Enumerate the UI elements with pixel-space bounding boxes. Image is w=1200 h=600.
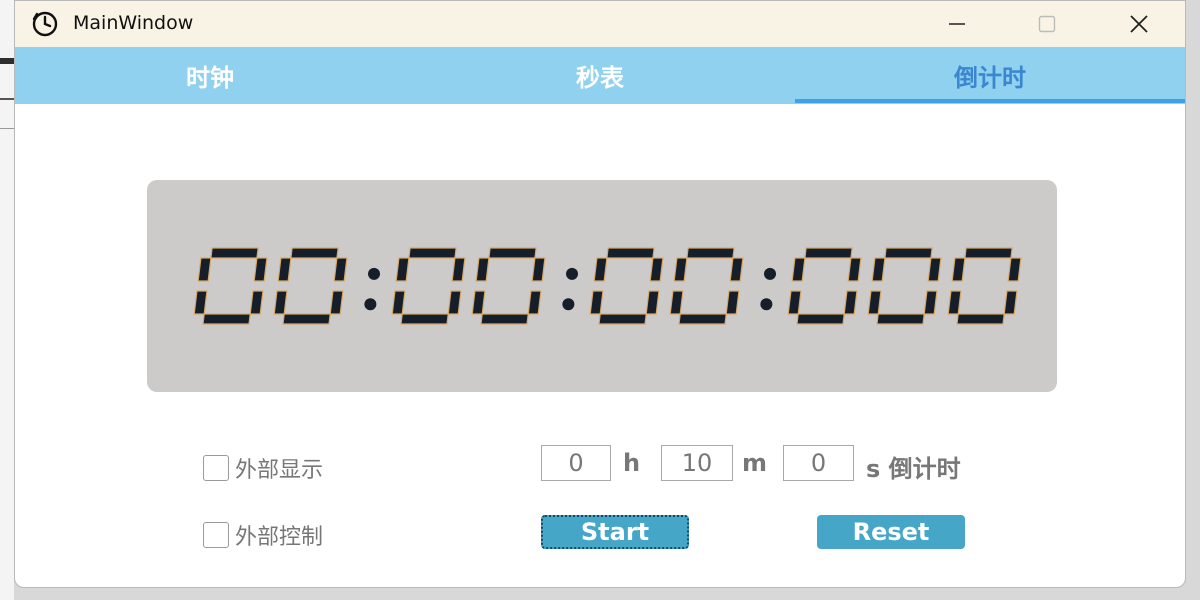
lcd-digit-3-segment-e bbox=[471, 290, 486, 315]
lcd-digit-7-segment-d bbox=[876, 313, 925, 325]
lcd-digit-3-segment-d bbox=[480, 313, 529, 325]
lcd-digit-4-segment-b bbox=[649, 257, 664, 282]
lcd-digit-7-segment-e bbox=[867, 290, 882, 315]
seconds-input[interactable]: 0 bbox=[783, 445, 854, 481]
minimize-icon bbox=[949, 23, 965, 25]
maximize-icon bbox=[1038, 15, 1056, 33]
lcd-digit-0-segment-b bbox=[253, 257, 268, 282]
lcd-digit-1-segment-e bbox=[273, 290, 288, 315]
minutes-input[interactable]: 10 bbox=[661, 445, 733, 481]
lcd-digit-2-segment-f bbox=[395, 257, 410, 282]
lcd-digit-0-segment-f bbox=[197, 257, 212, 282]
external-display-label: 外部显示 bbox=[235, 458, 324, 483]
lcd-digit-6-segment-c bbox=[843, 290, 858, 315]
main-window: MainWindow 时钟 秒表 倒计时 外部显示 外部控制 0 h 10 m … bbox=[14, 0, 1186, 588]
lcd-digit-8-segment-f bbox=[951, 257, 966, 282]
lcd-digit-3-segment-f bbox=[475, 257, 490, 282]
lcd-digit-3-segment-b bbox=[531, 257, 546, 282]
lcd-digit-5-segment-b bbox=[729, 257, 744, 282]
lcd-digit-2-segment-b bbox=[451, 257, 466, 282]
lcd-digit-4-segment-a bbox=[606, 247, 655, 259]
lcd-digit-6-segment-e bbox=[787, 290, 802, 315]
external-control-checkbox[interactable] bbox=[203, 522, 229, 548]
lcd-digit-4-segment-c bbox=[645, 290, 660, 315]
lcd-digit-4-segment-e bbox=[589, 290, 604, 315]
lcd-digit-7-segment-c bbox=[923, 290, 938, 315]
lcd-colon-dot bbox=[364, 298, 377, 311]
lcd-digit-4-segment-f bbox=[593, 257, 608, 282]
lcd-digit-8-segment-c bbox=[1003, 290, 1018, 315]
lcd-digit-5-segment-c bbox=[725, 290, 740, 315]
reset-button[interactable]: Reset bbox=[817, 515, 965, 549]
lcd-digit-8-segment-a bbox=[964, 247, 1013, 259]
external-control-option[interactable]: 外部控制 bbox=[203, 519, 323, 551]
clock-icon bbox=[32, 11, 58, 37]
lcd-digit-5-segment-f bbox=[673, 257, 688, 282]
lcd-digit-1-segment-f bbox=[277, 257, 292, 282]
lcd-digit-0-segment-d bbox=[202, 313, 251, 325]
lcd-digit-2-segment-c bbox=[447, 290, 462, 315]
start-button[interactable]: Start bbox=[541, 515, 689, 549]
hours-unit-label: h bbox=[623, 449, 641, 477]
close-icon bbox=[1130, 15, 1148, 33]
active-tab-indicator bbox=[795, 99, 1185, 103]
lcd-colon-dot bbox=[566, 267, 579, 280]
lcd-digit-1-segment-b bbox=[333, 257, 348, 282]
lcd-digit-7-segment-b bbox=[927, 257, 942, 282]
lcd-digit-3-segment-a bbox=[488, 247, 537, 259]
lcd-digit-1-segment-a bbox=[290, 247, 339, 259]
lcd-digit-2-segment-e bbox=[391, 290, 406, 315]
external-display-option[interactable]: 外部显示 bbox=[203, 452, 323, 484]
external-control-label: 外部控制 bbox=[235, 525, 324, 550]
tab-bar: 时钟 秒表 倒计时 bbox=[15, 47, 1185, 104]
lcd-digit-2-segment-a bbox=[408, 247, 457, 259]
lcd-digit-0-segment-e bbox=[193, 290, 208, 315]
lcd-time-readout bbox=[193, 247, 1022, 325]
lcd-digit-8-segment-b bbox=[1007, 257, 1022, 282]
external-display-checkbox[interactable] bbox=[203, 455, 229, 481]
lcd-digit-1-segment-c bbox=[329, 290, 344, 315]
title-bar[interactable]: MainWindow bbox=[15, 1, 1185, 47]
lcd-digit-6-segment-a bbox=[804, 247, 853, 259]
maximize-button[interactable] bbox=[1017, 1, 1077, 47]
lcd-digit-2-segment-d bbox=[400, 313, 449, 325]
lcd-digit-8-segment-d bbox=[956, 313, 1005, 325]
lcd-digit-1-segment-d bbox=[282, 313, 331, 325]
lcd-digit-6-segment-d bbox=[796, 313, 845, 325]
lcd-digit-4-segment-d bbox=[598, 313, 647, 325]
minutes-unit-label: m bbox=[742, 449, 768, 477]
hours-input[interactable]: 0 bbox=[541, 445, 611, 481]
lcd-digit-7-segment-a bbox=[884, 247, 933, 259]
lcd-colon-dot bbox=[764, 267, 777, 280]
lcd-digit-0-segment-c bbox=[249, 290, 264, 315]
lcd-digit-8-segment-e bbox=[947, 290, 962, 315]
close-button[interactable] bbox=[1109, 1, 1169, 47]
lcd-colon-dot bbox=[760, 298, 773, 311]
lcd-digit-7-segment-f bbox=[871, 257, 886, 282]
background-window-edge bbox=[0, 0, 14, 600]
countdown-label: 倒计时 bbox=[888, 455, 961, 483]
minimize-button[interactable] bbox=[927, 1, 987, 47]
seconds-unit-label: s 倒计时 bbox=[866, 455, 961, 483]
lcd-digit-5-segment-a bbox=[686, 247, 735, 259]
lcd-digit-5-segment-d bbox=[678, 313, 727, 325]
lcd-digit-5-segment-e bbox=[669, 290, 684, 315]
window-title: MainWindow bbox=[73, 12, 194, 34]
tab-stopwatch[interactable]: 秒表 bbox=[405, 47, 795, 104]
lcd-digit-0-segment-a bbox=[210, 247, 259, 259]
lcd-colon-dot bbox=[368, 267, 381, 280]
lcd-colon-dot bbox=[562, 298, 575, 311]
tab-clock[interactable]: 时钟 bbox=[15, 47, 405, 104]
lcd-digit-6-segment-b bbox=[847, 257, 862, 282]
lcd-display bbox=[147, 180, 1057, 392]
tab-countdown[interactable]: 倒计时 bbox=[795, 47, 1185, 104]
lcd-digit-3-segment-c bbox=[527, 290, 542, 315]
lcd-digit-6-segment-f bbox=[791, 257, 806, 282]
